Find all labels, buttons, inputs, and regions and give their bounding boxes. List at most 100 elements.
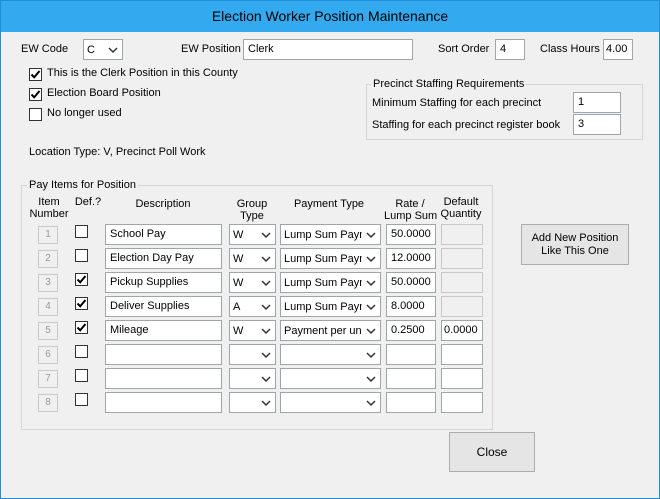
checkmark-icon — [76, 299, 87, 308]
election-board-checkbox[interactable] — [29, 88, 42, 101]
default-quantity-input — [441, 248, 483, 269]
group-type-value: W — [233, 253, 244, 265]
payment-type-select[interactable]: Lump Sum Payment — [280, 224, 381, 245]
no-longer-used-checkbox[interactable] — [29, 108, 42, 121]
chevron-down-icon — [261, 232, 271, 239]
description-input[interactable] — [105, 392, 222, 413]
payment-type-select[interactable]: Payment per unit — [280, 320, 381, 341]
no-longer-used-label: No longer used — [47, 107, 122, 119]
chevron-down-icon — [366, 400, 376, 407]
class-hours-input[interactable]: 4.00 — [603, 39, 633, 60]
rate-input[interactable] — [386, 368, 436, 389]
clerk-position-checkbox[interactable] — [29, 68, 42, 81]
add-new-position-button[interactable]: Add New Position Like This One — [521, 224, 629, 265]
payment-type-select[interactable] — [280, 344, 381, 365]
ew-position-label: EW Position — [181, 43, 241, 55]
chevron-down-icon — [261, 352, 271, 359]
default-checkbox[interactable] — [75, 393, 88, 406]
chevron-down-icon — [261, 400, 271, 407]
close-button[interactable]: Close — [449, 432, 535, 472]
default-quantity-input[interactable] — [441, 392, 483, 413]
header-item-number: Item Number — [29, 196, 69, 220]
payment-type-select[interactable] — [280, 368, 381, 389]
description-input[interactable]: Election Day Pay — [105, 248, 222, 269]
default-checkbox[interactable] — [75, 225, 88, 238]
group-type-value: W — [233, 325, 244, 337]
chevron-down-icon — [261, 304, 271, 311]
payment-type-select[interactable]: Lump Sum Payment — [280, 248, 381, 269]
payment-type-select[interactable]: Lump Sum Payment — [280, 296, 381, 317]
group-type-value: A — [233, 301, 241, 313]
title-bar[interactable]: Election Worker Position Maintenance — [1, 1, 659, 32]
rate-input[interactable]: 50.0000 — [386, 224, 436, 245]
book-staffing-input[interactable]: 3 — [573, 114, 621, 135]
payment-type-select[interactable] — [280, 392, 381, 413]
group-type-select[interactable]: A — [229, 296, 276, 317]
payment-type-select[interactable]: Lump Sum Payment — [280, 272, 381, 293]
default-checkbox[interactable] — [75, 345, 88, 358]
default-quantity-input[interactable] — [441, 368, 483, 389]
ew-code-select[interactable]: C — [83, 39, 123, 60]
group-type-value: W — [233, 277, 244, 289]
close-button-label: Close — [476, 444, 508, 459]
ew-position-input[interactable]: Clerk — [243, 39, 413, 60]
description-input[interactable]: School Pay — [105, 224, 222, 245]
rate-input[interactable]: 0.2500 — [386, 320, 436, 341]
chevron-down-icon — [366, 376, 376, 383]
description-input[interactable]: Mileage — [105, 320, 222, 341]
default-checkbox[interactable] — [75, 369, 88, 382]
group-type-select[interactable] — [229, 368, 276, 389]
item-number: 7 — [38, 370, 58, 388]
chevron-down-icon — [366, 280, 376, 287]
description-input[interactable]: Pickup Supplies — [105, 272, 222, 293]
chevron-down-icon — [366, 232, 376, 239]
chevron-down-icon — [366, 328, 376, 335]
group-type-select[interactable]: W — [229, 272, 276, 293]
min-staffing-input[interactable]: 1 — [573, 92, 621, 113]
checkmark-icon — [76, 323, 87, 332]
payment-type-value: Lump Sum Payment — [284, 277, 362, 289]
description-input[interactable] — [105, 368, 222, 389]
default-quantity-input — [441, 272, 483, 293]
header-def: Def.? — [74, 196, 102, 208]
group-type-select[interactable] — [229, 392, 276, 413]
group-type-select[interactable]: W — [229, 248, 276, 269]
default-checkbox[interactable] — [75, 297, 88, 310]
chevron-down-icon — [366, 304, 376, 311]
add-new-position-label: Add New Position Like This One — [531, 231, 619, 257]
clerk-position-label: This is the Clerk Position in this Count… — [47, 67, 238, 79]
rate-input[interactable] — [386, 392, 436, 413]
chevron-down-icon — [261, 256, 271, 263]
default-checkbox[interactable] — [75, 249, 88, 262]
default-quantity-input[interactable]: 0.0000 — [441, 320, 483, 341]
dialog-body: EW Code C EW Position Clerk Sort Order 4… — [7, 32, 653, 491]
rate-input[interactable]: 12.0000 — [386, 248, 436, 269]
rate-input[interactable]: 8.0000 — [386, 296, 436, 317]
rate-input[interactable]: 50.0000 — [386, 272, 436, 293]
chevron-down-icon — [108, 47, 118, 54]
sort-order-input[interactable]: 4 — [495, 39, 525, 60]
window-title: Election Worker Position Maintenance — [211, 8, 449, 24]
payment-type-value: Payment per unit — [284, 325, 362, 337]
description-input[interactable]: Deliver Supplies — [105, 296, 222, 317]
group-type-select[interactable]: W — [229, 224, 276, 245]
group-type-select[interactable] — [229, 344, 276, 365]
payment-type-value: Lump Sum Payment — [284, 301, 362, 313]
location-type-text: Location Type: V, Precinct Poll Work — [29, 146, 206, 158]
header-rate: Rate / Lump Sum — [384, 198, 438, 222]
checkmark-icon — [30, 70, 41, 79]
default-checkbox[interactable] — [75, 321, 88, 334]
chevron-down-icon — [261, 376, 271, 383]
payment-type-value: Lump Sum Payment — [284, 229, 362, 241]
rate-input[interactable] — [386, 344, 436, 365]
item-number: 3 — [38, 274, 58, 292]
group-type-select[interactable]: W — [229, 320, 276, 341]
default-checkbox[interactable] — [75, 273, 88, 286]
ew-code-value: C — [87, 44, 95, 56]
item-number: 8 — [38, 394, 58, 412]
default-quantity-input[interactable] — [441, 344, 483, 365]
header-group-type: Group Type — [236, 198, 268, 222]
class-hours-label: Class Hours — [540, 43, 600, 55]
header-default-qty: Default Quantity — [440, 196, 482, 220]
description-input[interactable] — [105, 344, 222, 365]
